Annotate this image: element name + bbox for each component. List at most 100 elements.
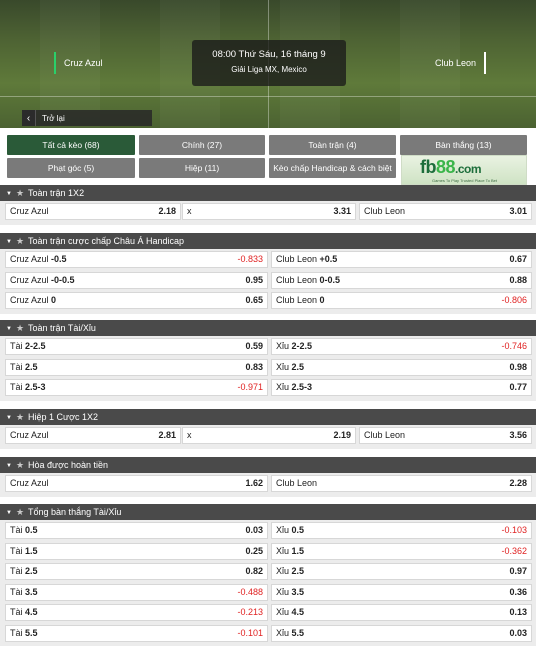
tab-halves[interactable]: Hiệp (11) xyxy=(139,158,265,178)
odds-button[interactable]: Tài 2.5 0.83 xyxy=(5,358,268,376)
caret-down-icon: ▼ xyxy=(6,510,12,516)
market-rows: Cruz Azul 2.18 x 3.31 Club Leon 3.01 xyxy=(0,201,536,225)
selection-label: Xỉu 4.5 xyxy=(276,607,305,617)
odds-button[interactable]: Xỉu 2.5 0.98 xyxy=(271,358,532,376)
odds-button[interactable]: Cruz Azul 2.81 xyxy=(5,427,181,444)
section-header[interactable]: ▼ ★ Toàn trận cược chấp Châu Á Handicap xyxy=(0,233,536,249)
odds-button[interactable]: Tài 2.5 0.82 xyxy=(5,563,268,580)
odds-button[interactable]: Xỉu 0.5 -0.103 xyxy=(271,522,532,539)
odds-button[interactable]: Xỉu 3.5 0.36 xyxy=(271,583,532,601)
odds-button[interactable]: Tài 1.5 0.25 xyxy=(5,542,268,560)
back-label: Trở lại xyxy=(42,113,65,123)
market-row: Tài 0.5 0.03 Xỉu 0.5 -0.103 xyxy=(0,520,536,541)
tab-handicap[interactable]: Kèo chấp Handicap & cách biệt (3) xyxy=(269,158,396,193)
section-header[interactable]: ▼ ★ Hiệp 1 Cược 1X2 xyxy=(0,409,536,425)
match-info-box: 08:00 Thứ Sáu, 16 tháng 9 Giải Liga MX, … xyxy=(192,40,346,86)
selection-label: Cruz Azul xyxy=(10,206,49,216)
market-row: Tài 5.5 -0.101 Xỉu 5.5 0.03 xyxy=(0,623,536,644)
odds-button[interactable]: Cruz Azul 0 0.65 xyxy=(5,292,268,309)
odds-button[interactable]: Club Leon 2.28 xyxy=(271,475,532,492)
odds-value: -0.213 xyxy=(237,607,263,617)
caret-down-icon: ▼ xyxy=(6,415,12,421)
odds-button[interactable]: Club Leon 3.01 xyxy=(359,203,532,220)
tab-all-markets[interactable]: Tất cả kèo (68) xyxy=(7,135,135,155)
selection-label: Tài 1.5 xyxy=(10,545,38,556)
odds-value: 0.59 xyxy=(245,341,263,351)
odds-button[interactable]: Tài 5.5 -0.101 xyxy=(5,624,268,642)
caret-down-icon: ▼ xyxy=(6,191,12,197)
odds-button[interactable]: x 3.31 xyxy=(182,203,356,220)
odds-button[interactable]: Cruz Azul 1.62 xyxy=(5,475,268,492)
star-icon[interactable]: ★ xyxy=(16,409,24,425)
selection-label: Tài 2-2.5 xyxy=(10,341,46,351)
selection-label: Cruz Azul -0-0.5 xyxy=(10,274,75,285)
tab-corners[interactable]: Phạt góc (5) xyxy=(7,158,135,178)
section-header[interactable]: ▼ ★ Tổng bàn thắng Tài/Xỉu xyxy=(0,504,536,520)
tab-main[interactable]: Chính (27) xyxy=(139,135,265,155)
odds-button[interactable]: Tài 4.5 -0.213 xyxy=(5,604,268,621)
section-header[interactable]: ▼ ★ Toàn trận 1X2 xyxy=(0,185,536,201)
odds-value: 0.25 xyxy=(245,545,263,556)
selection-label: Xỉu 2.5-3 xyxy=(276,382,313,392)
odds-button[interactable]: Cruz Azul -0-0.5 0.95 xyxy=(5,271,268,289)
odds-value: -0.101 xyxy=(237,627,263,638)
odds-value: 1.62 xyxy=(245,478,263,488)
market-rows: Tài 0.5 0.03 Xỉu 0.5 -0.103 Tài 1.5 0.25 Xỉu 1… xyxy=(0,520,536,646)
tab-goals[interactable]: Bàn thắng (13) xyxy=(400,135,527,155)
odds-value: 0.36 xyxy=(509,586,527,597)
odds-button[interactable]: Xỉu 2.5 0.97 xyxy=(271,563,532,580)
section-header[interactable]: ▼ ★ Hòa được hoàn tiền xyxy=(0,457,536,473)
match-league: Giải Liga MX, Mexico xyxy=(231,65,307,74)
section-header[interactable]: ▼ ★ Toàn trận Tài/Xỉu xyxy=(0,320,536,336)
market-rows: Tài 2-2.5 0.59 Xỉu 2-2.5 -0.746 Tài 2.5 0.83 X… xyxy=(0,336,536,401)
section-title: Tổng bàn thắng Tài/Xỉu xyxy=(28,507,122,517)
odds-button[interactable]: Tài 0.5 0.03 xyxy=(5,522,268,539)
odds-button[interactable]: Club Leon 3.56 xyxy=(359,427,532,444)
selection-label: Tài 0.5 xyxy=(10,525,38,535)
odds-button[interactable]: Tài 2.5-3 -0.971 xyxy=(5,379,268,396)
odds-value: 0.03 xyxy=(509,627,527,638)
odds-value: 0.98 xyxy=(509,361,527,372)
star-icon[interactable]: ★ xyxy=(16,504,24,520)
fb88-ad-banner[interactable]: fb88.com Games To Play Trusted Place To … xyxy=(401,155,527,185)
market-rows: Cruz Azul 1.62 Club Leon 2.28 xyxy=(0,473,536,497)
odds-button[interactable]: Xỉu 1.5 -0.362 xyxy=(271,542,532,560)
selection-label: Club Leon +0.5 xyxy=(276,254,338,264)
odds-button[interactable]: Xỉu 5.5 0.03 xyxy=(271,624,532,642)
odds-button[interactable]: Tài 2-2.5 0.59 xyxy=(5,338,268,355)
odds-value: -0.103 xyxy=(501,525,527,535)
odds-button[interactable]: Xỉu 2.5-3 0.77 xyxy=(271,379,532,396)
star-icon[interactable]: ★ xyxy=(16,457,24,473)
away-team-name: Club Leon xyxy=(435,52,486,74)
odds-value: 2.19 xyxy=(333,430,351,440)
odds-value: 3.56 xyxy=(509,430,527,440)
odds-value: -0.746 xyxy=(501,341,527,351)
odds-value: 2.18 xyxy=(158,206,176,216)
star-icon[interactable]: ★ xyxy=(16,320,24,336)
odds-button[interactable]: Xỉu 2-2.5 -0.746 xyxy=(271,338,532,355)
odds-button[interactable]: Tài 3.5 -0.488 xyxy=(5,583,268,601)
selection-label: Xỉu 2.5 xyxy=(276,361,305,372)
selection-label: x xyxy=(187,430,192,440)
odds-button[interactable]: Club Leon 0-0.5 0.88 xyxy=(271,271,532,289)
selection-label: Xỉu 2-2.5 xyxy=(276,341,313,351)
selection-label: Club Leon xyxy=(276,478,318,488)
selection-label: Xỉu 0.5 xyxy=(276,525,305,535)
selection-label: Club Leon 0 xyxy=(276,295,325,305)
odds-button[interactable]: Club Leon 0 -0.806 xyxy=(271,292,532,309)
odds-button[interactable]: Cruz Azul 2.18 xyxy=(5,203,181,220)
odds-button[interactable]: Xỉu 4.5 0.13 xyxy=(271,604,532,621)
selection-label: Xỉu 1.5 xyxy=(276,545,305,556)
odds-value: 3.31 xyxy=(333,206,351,216)
odds-button[interactable]: Club Leon +0.5 0.67 xyxy=(271,251,532,268)
tab-full-match[interactable]: Toàn trận (4) xyxy=(269,135,396,155)
odds-value: 0.65 xyxy=(245,295,263,305)
star-icon[interactable]: ★ xyxy=(16,233,24,249)
match-datetime: 08:00 Thứ Sáu, 16 tháng 9 xyxy=(212,49,326,60)
selection-label: Cruz Azul xyxy=(10,478,49,488)
selection-label: Xỉu 5.5 xyxy=(276,627,305,638)
odds-button[interactable]: x 2.19 xyxy=(182,427,356,444)
back-button[interactable]: ‹ Trở lại xyxy=(22,110,152,126)
odds-button[interactable]: Cruz Azul -0.5 -0.833 xyxy=(5,251,268,268)
star-icon[interactable]: ★ xyxy=(16,185,24,201)
